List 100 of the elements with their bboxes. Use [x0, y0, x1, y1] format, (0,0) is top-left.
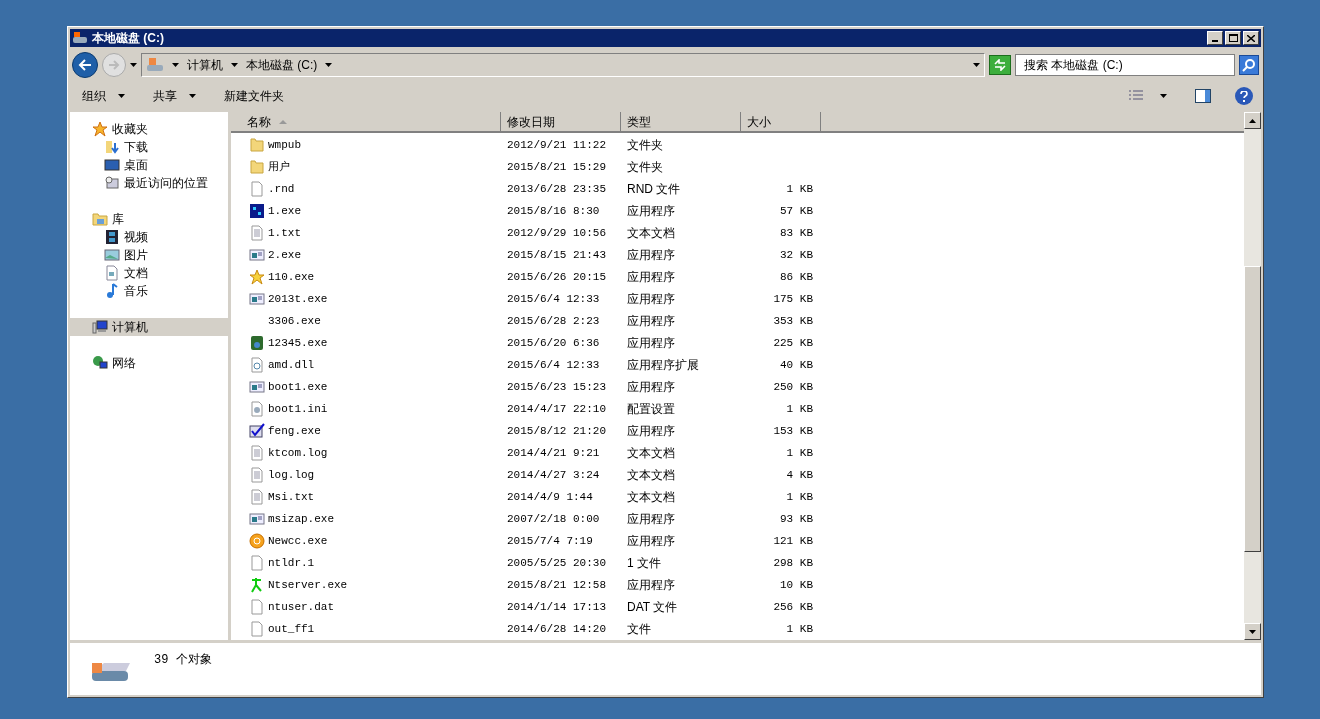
column-header[interactable]: 修改日期 [501, 112, 621, 131]
table-cell-text: 175 KB [772, 291, 814, 307]
toolbar-button[interactable]: 组织 [78, 84, 129, 108]
text-file-icon [249, 467, 265, 483]
table-cell-text: 文件夹 [626, 159, 664, 176]
file-name[interactable]: 1.exe [268, 202, 301, 220]
minimize-icon [1212, 40, 1218, 42]
table-cell-text: 10 KB [779, 577, 814, 593]
table-cell-text: 2015/6/4 12:33 [506, 357, 601, 373]
table-cell-text: 4 KB [785, 467, 814, 483]
table-cell-text: 121 KB [772, 533, 814, 549]
file-name[interactable]: out_ff1 [268, 620, 315, 638]
address-bar[interactable]: 计算机 本地磁盘 (C:) [141, 53, 985, 77]
table-cell-text: 应用程序 [626, 335, 676, 352]
orb-icon [249, 533, 265, 549]
file-name[interactable]: Newcc.exe [268, 532, 328, 550]
file-name[interactable]: boot1.exe [268, 378, 328, 396]
close-icon [1247, 34, 1255, 42]
file-name[interactable]: log.log [268, 466, 315, 484]
scroll-thumb[interactable] [1244, 266, 1261, 552]
file-name[interactable]: ntldr.1 [268, 554, 315, 572]
file-name[interactable]: 2013t.exe [268, 290, 328, 308]
item-count: 39 个对象 [154, 652, 212, 669]
sidebar-item[interactable]: 网络 [70, 354, 228, 372]
file-name[interactable]: msizap.exe [268, 510, 334, 528]
drive-icon [146, 57, 164, 73]
table-cell-text: 1 KB [785, 181, 814, 197]
toolbar-button[interactable]: 新建文件夹 [220, 84, 288, 108]
table-cell-text: 文本文档 [626, 225, 676, 242]
table-cell-text: 应用程序扩展 [626, 357, 700, 374]
file-name[interactable]: boot1.ini [268, 400, 328, 418]
star-icon [92, 121, 108, 137]
table-cell-text: 应用程序 [626, 511, 676, 528]
table-cell-text: 2014/4/9 1:44 [506, 489, 594, 505]
file-name[interactable]: 1.txt [268, 224, 301, 242]
music-note-icon [104, 283, 120, 299]
file-name[interactable]: ntuser.dat [268, 598, 334, 616]
sidebar-item[interactable]: 视频 [70, 228, 228, 246]
close-button[interactable] [1243, 31, 1259, 45]
minimize-button[interactable] [1207, 31, 1223, 45]
checkbox-icon [249, 423, 265, 439]
table-cell-text: 2015/6/26 20:15 [506, 269, 608, 285]
file-name[interactable]: 2.exe [268, 246, 301, 264]
sidebar-item[interactable]: 收藏夹 [70, 120, 228, 138]
table-cell-text: 应用程序 [626, 379, 676, 396]
sidebar-item[interactable]: 库 [70, 210, 228, 228]
file-name[interactable]: 110.exe [268, 268, 315, 286]
scroll-down-button[interactable] [1244, 623, 1261, 640]
breadcrumb[interactable]: 计算机 [187, 56, 223, 74]
column-header[interactable]: 类型 [621, 112, 741, 131]
table-cell-text: 文本文档 [626, 467, 676, 484]
file-name[interactable]: 用户 [268, 158, 290, 176]
sidebar-item[interactable]: 最近访问的位置 [70, 174, 228, 192]
folder-icon [249, 159, 265, 175]
table-cell-text: RND 文件 [626, 181, 682, 198]
search-button[interactable] [1239, 55, 1259, 75]
toolbar-button[interactable]: 共享 [149, 84, 200, 108]
file-icon [249, 621, 265, 637]
file-name[interactable]: wmpub [268, 136, 301, 154]
sidebar-item[interactable]: 桌面 [70, 156, 228, 174]
scrollbar[interactable] [1244, 112, 1261, 640]
table-cell-text: 225 KB [772, 335, 814, 351]
maximize-button[interactable] [1225, 31, 1241, 45]
text-file-icon [249, 225, 265, 241]
file-name[interactable]: Msi.txt [268, 488, 315, 506]
table-cell-text: 353 KB [772, 313, 814, 329]
table-cell-text: 1 文件 [626, 555, 662, 572]
window-icon [249, 291, 265, 307]
back-button[interactable] [72, 52, 98, 78]
file-name[interactable]: 3306.exe [268, 312, 321, 330]
refresh-button[interactable] [989, 55, 1011, 75]
table-cell-text: 应用程序 [626, 313, 676, 330]
search-icon [1242, 58, 1256, 72]
sidebar-item[interactable]: 计算机 [70, 318, 228, 336]
column-header[interactable]: 大小 [741, 112, 821, 131]
app-icon [249, 203, 265, 219]
sidebar-item[interactable]: 音乐 [70, 282, 228, 300]
scroll-up-button[interactable] [1244, 112, 1261, 129]
file-name[interactable]: ktcom.log [268, 444, 328, 462]
file-name[interactable]: amd.dll [268, 356, 315, 374]
help-icon [1240, 90, 1248, 102]
star-icon [249, 269, 265, 285]
file-name[interactable]: Ntserver.exe [268, 576, 348, 594]
folder-icon [249, 137, 265, 153]
file-name[interactable]: 12345.exe [268, 334, 328, 352]
sidebar-item[interactable]: 文档 [70, 264, 228, 282]
file-icon [249, 599, 265, 615]
table-cell-text: 文本文档 [626, 489, 676, 506]
file-name[interactable]: .rnd [268, 180, 295, 198]
column-header[interactable]: 名称 [231, 112, 501, 131]
sidebar-item[interactable]: 图片 [70, 246, 228, 264]
breadcrumb[interactable]: 本地磁盘 (C:) [246, 56, 318, 74]
help-button[interactable] [1235, 87, 1253, 105]
sort-up-icon [279, 119, 287, 124]
file-name[interactable]: feng.exe [268, 422, 321, 440]
table-cell-text: 2014/1/14 17:13 [506, 599, 608, 615]
list-view-icon [1128, 90, 1144, 102]
search-field[interactable]: 搜索 本地磁盘 (C:) [1015, 54, 1235, 76]
table-cell-text: 298 KB [772, 555, 814, 571]
sidebar-item[interactable]: 下载 [70, 138, 228, 156]
